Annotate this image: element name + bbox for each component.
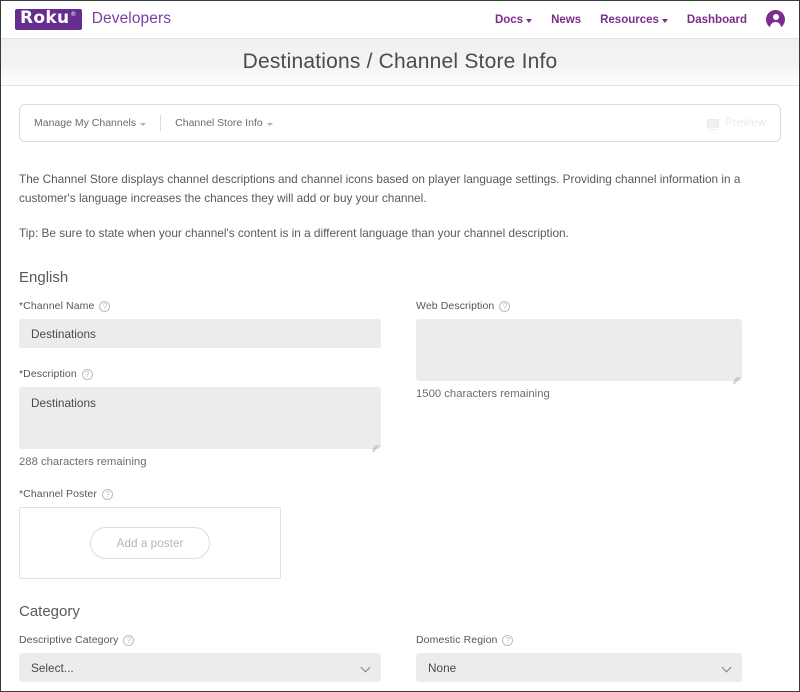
brand-logo[interactable]: Roku® Developers [15,9,171,30]
category-section-heading: Category [19,603,80,621]
domestic-region-label-row: Domestic Region ? [416,634,742,646]
channel-name-input[interactable] [19,319,381,349]
chevron-down-icon [526,18,533,23]
content-area: Manage My Channels Channel Store Info Pr… [1,104,799,691]
breadcrumb-manage-my-channels-label: Manage My Channels [34,117,137,129]
channel-name-label-row: *Channel Name ? [19,300,381,312]
domestic-region-label: Domestic Region [416,634,498,647]
english-fields-columns: *Channel Name ? *Description ? Destinati… [19,300,781,580]
breadcrumb-toolbar: Manage My Channels Channel Store Info Pr… [19,104,781,142]
help-circle-icon[interactable]: ? [499,300,511,312]
intro-text: The Channel Store displays channel descr… [19,170,749,243]
domestic-region-select[interactable]: None [416,653,742,683]
nav-link-dashboard[interactable]: Dashboard [687,14,747,26]
breadcrumb-channel-store-info-label: Channel Store Info [175,117,263,129]
english-section-heading: English [19,269,69,287]
channel-name-label: *Channel Name [19,300,95,313]
preview-button-label: Preview [725,117,766,129]
help-circle-icon[interactable]: ? [502,634,514,646]
web-description-textarea[interactable] [416,319,742,382]
monitor-icon [707,118,720,130]
brand-subtitle: Developers [91,10,172,28]
page-title: Destinations / Channel Store Info [242,50,558,73]
intro-paragraph-1: The Channel Store displays channel descr… [19,172,741,206]
column-spacer [381,634,416,682]
nav-link-news[interactable]: News [551,14,581,26]
top-navigation-bar: Roku® Developers Docs News Resources Das… [1,1,799,39]
help-circle-icon[interactable]: ? [81,368,93,380]
nav-link-dashboard-label: Dashboard [686,13,747,26]
description-textarea[interactable]: Destinations [19,387,381,450]
descriptive-category-select[interactable]: Select... [19,653,381,683]
nav-link-news-label: News [551,13,582,26]
roku-logo-text: Roku [20,8,70,29]
chevron-down-icon [140,122,147,126]
nav-link-docs[interactable]: Docs [494,13,533,26]
add-poster-button[interactable]: Add a poster [89,527,211,560]
descriptive-category-label-row: Descriptive Category ? [19,634,381,646]
category-right-column: Domestic Region ? None [416,634,742,683]
help-circle-icon[interactable]: ? [123,634,135,646]
nav-link-resources[interactable]: Resources [600,14,668,26]
breadcrumb-manage-my-channels[interactable]: Manage My Channels [34,117,147,129]
web-description-label-row: Web Description ? [416,300,742,312]
page-title-band: Destinations / Channel Store Info [1,39,799,86]
description-char-count: 288 characters remaining [19,456,147,469]
roku-logo-mark: Roku® [15,9,82,30]
channel-poster-label: *Channel Poster [19,488,97,501]
trademark-symbol: ® [70,11,77,19]
domestic-region-select-wrap: None [416,653,742,683]
nav-link-docs-label: Docs [494,13,524,26]
help-circle-icon[interactable]: ? [101,488,113,500]
descriptive-category-label: Descriptive Category [19,634,119,647]
breadcrumb-channel-store-info[interactable]: Channel Store Info [175,117,273,129]
intro-paragraph-2: Tip: Be sure to state when your channel'… [19,226,569,241]
english-right-column: Web Description ? 1500 characters remain… [416,300,742,579]
description-label-row: *Description ? [19,368,381,380]
category-left-column: Descriptive Category ? Select... [19,634,381,683]
web-description-textarea-wrap [416,319,742,385]
account-avatar-icon[interactable] [766,10,785,29]
channel-poster-dropzone[interactable]: Add a poster [19,507,281,580]
english-left-column: *Channel Name ? *Description ? Destinati… [19,300,381,580]
description-label: *Description [19,368,77,381]
column-spacer [381,300,416,579]
help-circle-icon[interactable]: ? [99,300,111,312]
descriptive-category-select-wrap: Select... [19,653,381,683]
preview-button[interactable]: Preview [707,117,766,130]
nav-links-group: Docs News Resources Dashboard [495,10,785,29]
category-fields-columns: Descriptive Category ? Select... Domesti… [19,634,781,683]
chevron-down-icon [661,18,668,23]
chevron-down-icon [266,122,273,126]
web-description-label: Web Description [416,300,495,313]
channel-poster-label-row: *Channel Poster ? [19,488,381,500]
page-root: Roku® Developers Docs News Resources Das… [0,0,800,692]
web-description-char-count: 1500 characters remaining [416,388,550,401]
description-textarea-wrap: Destinations [19,387,381,453]
nav-link-resources-label: Resources [600,13,659,26]
breadcrumb-divider [160,115,162,131]
